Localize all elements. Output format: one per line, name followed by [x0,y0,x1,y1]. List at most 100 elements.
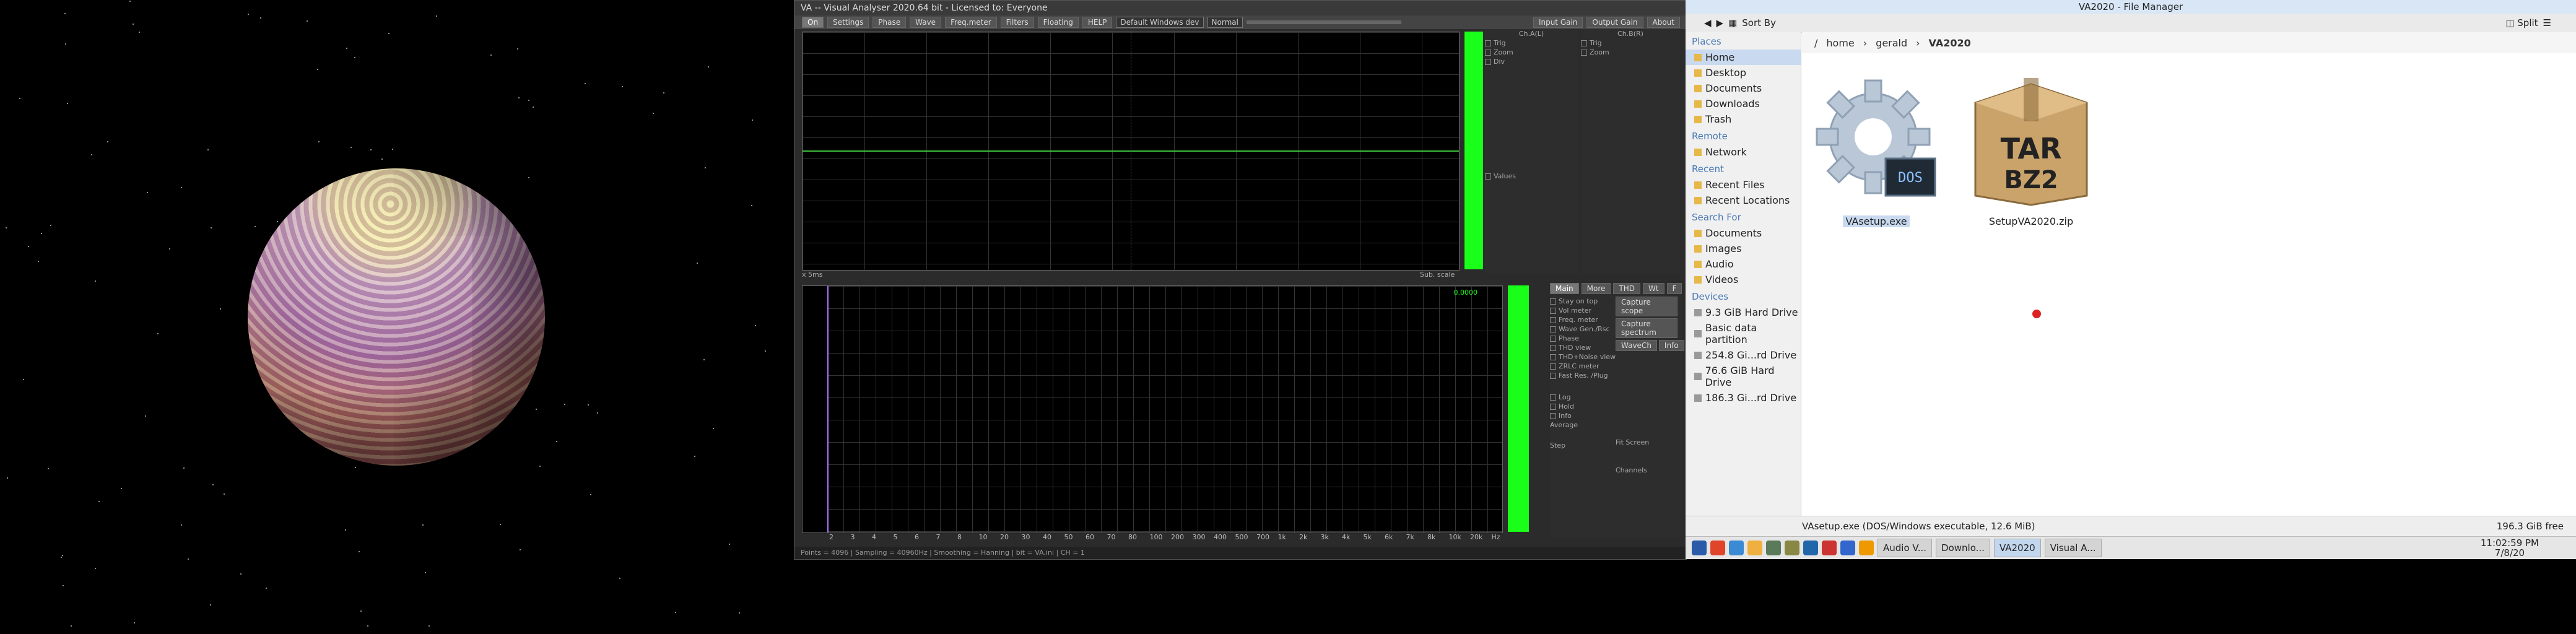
sidebar-item[interactable]: Recent Files [1686,177,1801,193]
sidebar-item[interactable]: Downloads [1686,96,1801,111]
va-input-gain-button[interactable]: Input Gain [1533,17,1583,28]
task-visual-analyser[interactable]: Visual A... [2044,539,2102,557]
sidebar-section-header: Recent [1692,163,1724,175]
tab-thd[interactable]: THD [1613,283,1640,294]
calculator-icon[interactable] [1766,541,1781,555]
opt-wave-gen[interactable]: Wave Gen./Rsc [1550,324,1612,334]
split-button[interactable]: ◫ Split [2505,17,2538,28]
folder-icon [1694,100,1702,108]
opt-info[interactable]: Info [1550,411,1612,420]
back-icon[interactable]: ◀ [1704,17,1712,28]
sidebar-item[interactable]: Documents [1686,225,1801,241]
exe-gear-icon[interactable]: DOS [1808,72,1944,208]
sidebar-item[interactable]: Documents [1686,80,1801,96]
oscilloscope-display[interactable] [802,32,1460,271]
va-settings-button[interactable]: Settings [827,17,869,28]
va-mode-select[interactable]: Normal [1207,17,1243,28]
sidebar-item[interactable]: Desktop [1686,65,1801,80]
menu-icon[interactable]: ☰ [2543,17,2576,28]
sidebar-item[interactable]: Network [1686,144,1801,160]
visual-analyser-window[interactable]: VA -- Visual Analyser 2020.64 bit - Lice… [794,0,1687,560]
task-va2020[interactable]: VA2020 [1993,539,2041,557]
sidebar-item[interactable]: 254.8 Gi...rd Drive [1686,347,1801,363]
breadcrumb-gerald[interactable]: gerald [1876,37,1907,49]
file-label-setupva2020[interactable]: SetupVA2020.zip [1957,215,2105,227]
chrome-icon[interactable] [1729,541,1744,555]
tab-wt[interactable]: Wt [1643,283,1664,294]
star [5,227,7,228]
va-filters-button[interactable]: Filters [1000,17,1034,28]
sidebar-item[interactable]: Audio [1686,256,1801,272]
va-floating-button[interactable]: Floating [1037,17,1079,28]
sidebar-item[interactable]: 186.3 Gi...rd Drive [1686,390,1801,406]
opt-log[interactable]: Log [1550,393,1612,402]
div-option[interactable]: Div [1485,57,1578,66]
opt-stay-on-top[interactable]: Stay on top [1550,297,1612,306]
terminal-icon[interactable] [1710,541,1725,555]
va-wave-button[interactable]: Wave [910,17,942,28]
clock[interactable]: 11:02:59 PM 7/8/20 [2481,538,2576,558]
sidebar-item[interactable]: Recent Locations [1686,193,1801,208]
opt-freq-meter[interactable]: Freq. meter [1550,315,1612,324]
sidebar-item[interactable]: 76.6 GiB Hard Drive [1686,363,1801,390]
opt-thd-noise[interactable]: THD+Noise view [1550,352,1616,362]
task-audio[interactable]: Audio V... [1878,539,1933,557]
menu-launcher-icon[interactable] [1692,541,1707,555]
fit-screen-select[interactable]: Fit Screen [1616,438,1677,447]
sidebar-item[interactable]: Basic data partition [1686,320,1801,347]
average-label: Average [1550,421,1578,429]
trig-option[interactable]: Trig [1485,38,1578,48]
va-phase-button[interactable]: Phase [872,17,907,28]
tab-f[interactable]: F [1666,283,1682,294]
tab-main[interactable]: Main [1550,283,1579,294]
breadcrumb-home[interactable]: home [1826,37,1854,49]
clock-date: 7/8/20 [2494,547,2525,558]
tar-bz2-archive-icon[interactable]: TAR BZ2 [1963,78,2099,208]
opt-fast-res[interactable]: Fast Res. /Plug [1550,371,1612,380]
va-on-button[interactable]: On [802,17,824,28]
app2-icon[interactable] [1822,541,1837,555]
spectrum-display[interactable]: 0.0000 [802,285,1503,533]
va-slider[interactable] [1246,20,1401,24]
sidebar-item[interactable]: Videos [1686,272,1801,287]
va-freqmeter-button[interactable]: Freq.meter [945,17,997,28]
zoom-option[interactable]: Zoom [1485,48,1578,57]
capture-scope-button[interactable]: Capture scope [1616,297,1677,316]
folder-icon[interactable] [1747,541,1762,555]
values-option[interactable]: Values [1485,172,1578,181]
va-device-select[interactable]: Default Windows dev [1116,17,1204,28]
capture-spectrum-button[interactable]: Capture spectrum [1616,318,1677,338]
task-downloads[interactable]: Downlo... [1936,539,1990,557]
wavech-button[interactable]: WaveCh [1616,340,1657,351]
sidebar-item[interactable]: Trash [1686,111,1801,127]
file-label-vasetup[interactable]: VAsetup.exe [1802,215,1951,227]
opt-phase[interactable]: Phase [1550,334,1612,343]
tab-more[interactable]: More [1581,283,1611,294]
sidebar-item[interactable]: 9.3 GiB Hard Drive [1686,305,1801,320]
va-help-button[interactable]: HELP [1082,17,1113,28]
info-button[interactable]: Info [1658,340,1684,351]
opt-thd-view[interactable]: THD view [1550,343,1612,352]
app4-icon[interactable] [1859,541,1874,555]
breadcrumb-root[interactable]: / [1814,37,1817,49]
sort-by-button[interactable]: Sort By [1742,17,1776,28]
va-about-button[interactable]: About [1647,17,1680,28]
opt-vol-meter[interactable]: Vol meter [1550,306,1612,315]
app-icon[interactable] [1803,541,1818,555]
trig-option-b[interactable]: Trig [1581,38,1680,48]
file-manager-window[interactable]: VA2020 - File Manager ◀ ▶ ▦ Sort By ◫ Sp… [1686,0,2576,536]
breadcrumb-va2020[interactable]: VA2020 [1929,37,1971,49]
file-view[interactable]: DOS VAsetup.exe TAR BZ2 SetupVA2020.zip [1802,53,2576,516]
app3-icon[interactable] [1840,541,1855,555]
zoom-option-b[interactable]: Zoom [1581,48,1680,57]
star [23,379,25,381]
sidebar-item[interactable]: Home [1686,50,1801,65]
view-icon[interactable]: ▦ [1728,17,1737,28]
va-output-gain-button[interactable]: Output Gain [1586,17,1643,28]
svg-text:BZ2: BZ2 [2004,166,2058,194]
sidebar-item[interactable]: Images [1686,241,1801,256]
opt-hold[interactable]: Hold [1550,402,1612,411]
forward-icon[interactable]: ▶ [1717,17,1724,28]
opt-zrlc[interactable]: ZRLC meter [1550,362,1612,371]
settings-icon[interactable] [1785,541,1799,555]
